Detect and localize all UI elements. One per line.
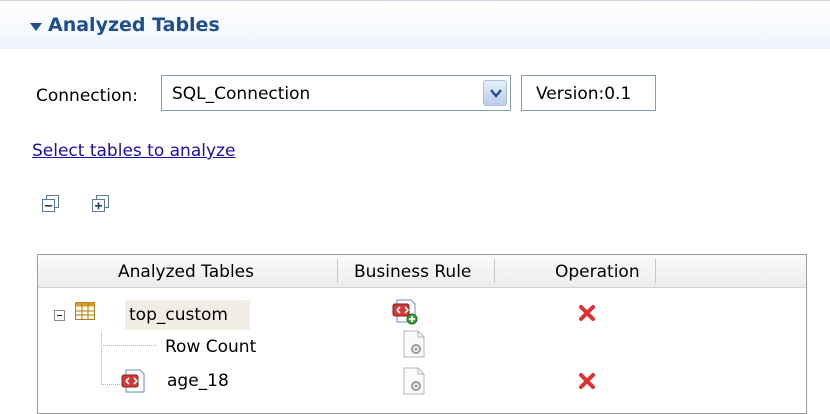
column-header-business-rule[interactable]: Business Rule — [354, 262, 471, 282]
tree-header: Analyzed Tables Business Rule Operation — [38, 255, 806, 288]
business-rule-icon — [120, 368, 146, 399]
settings-document-icon[interactable] — [402, 367, 426, 400]
chevron-down-icon — [490, 89, 502, 98]
connection-label: Connection: — [36, 86, 138, 106]
tree-node-label: top_custom — [129, 305, 228, 325]
column-header-operation[interactable]: Operation — [555, 262, 640, 282]
collapse-node-icon[interactable] — [54, 310, 65, 321]
column-divider — [494, 259, 495, 283]
expand-all-icon[interactable] — [92, 195, 109, 212]
delete-icon[interactable] — [578, 372, 596, 395]
section-collapse-icon[interactable] — [30, 23, 42, 31]
tree-node-age-18[interactable]: age_18 — [167, 371, 229, 391]
column-header-analyzed-tables[interactable]: Analyzed Tables — [118, 262, 254, 282]
section-header[interactable]: Analyzed Tables — [0, 0, 830, 49]
connection-select[interactable]: SQL_Connection — [161, 75, 511, 111]
select-tables-link[interactable]: Select tables to analyze — [32, 141, 235, 161]
tree-node-top-custom[interactable]: top_custom — [125, 300, 250, 330]
delete-icon[interactable] — [578, 304, 596, 327]
tree-connector — [101, 345, 156, 346]
version-value: Version:0.1 — [536, 84, 632, 104]
table-icon — [75, 302, 95, 325]
analyzed-tables-tree[interactable]: Analyzed Tables Business Rule Operation … — [37, 254, 807, 414]
connection-select-value: SQL_Connection — [172, 84, 311, 104]
tree-connector — [101, 331, 102, 385]
column-divider — [655, 259, 656, 283]
collapse-all-icon[interactable] — [42, 195, 59, 212]
tree-node-row-count[interactable]: Row Count — [165, 337, 256, 357]
column-divider — [337, 259, 338, 283]
section-title: Analyzed Tables — [48, 14, 220, 36]
tree-connector — [101, 384, 121, 385]
dropdown-button[interactable] — [483, 80, 507, 106]
settings-document-icon[interactable] — [402, 330, 426, 363]
version-field: Version:0.1 — [521, 75, 656, 111]
add-business-rule-icon[interactable] — [391, 298, 419, 331]
